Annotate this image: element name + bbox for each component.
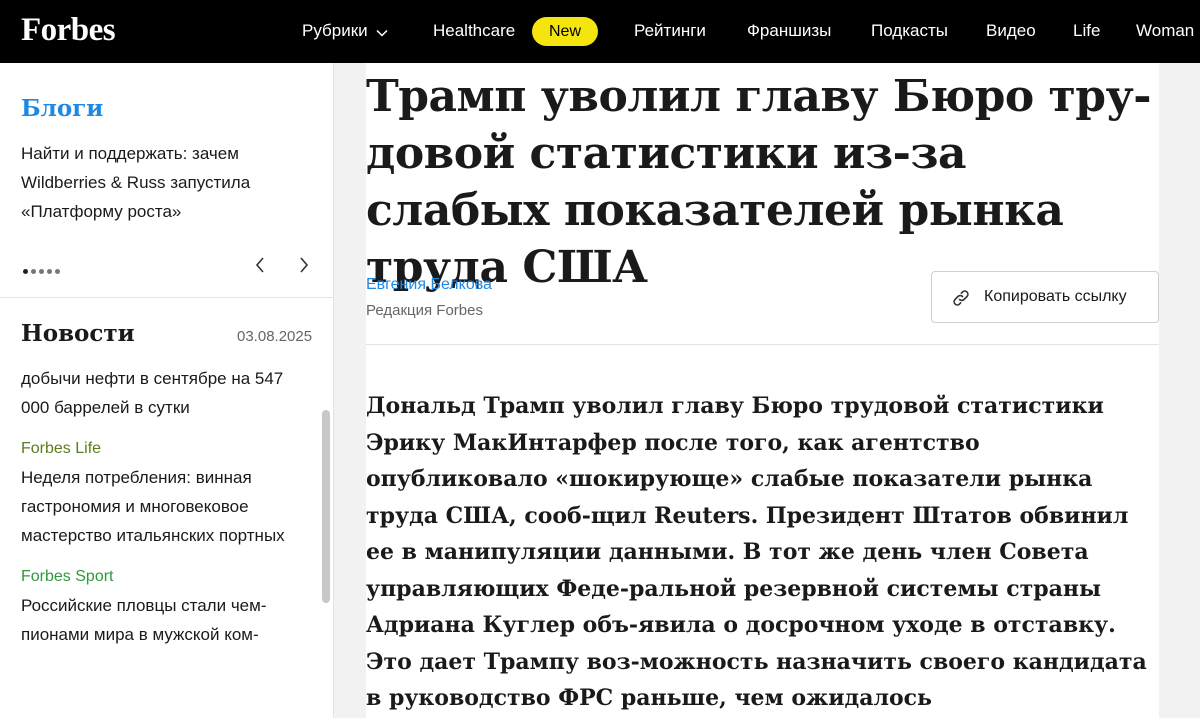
nav-franchises[interactable]: Франшизы bbox=[747, 21, 831, 41]
forbes-logo[interactable]: Forbes bbox=[21, 12, 116, 49]
news-date: 03.08.2025 bbox=[237, 328, 313, 345]
news-feed[interactable]: добычи нефти в сентябре на 547 000 барре… bbox=[0, 371, 320, 718]
carousel-dot[interactable] bbox=[47, 269, 52, 275]
nav-rubrics[interactable]: Рубрики bbox=[302, 21, 388, 42]
news-scrollbar[interactable] bbox=[322, 410, 330, 603]
nav-rubrics-label: Рубрики bbox=[302, 21, 368, 40]
news-item[interactable]: Российские пловцы стали чем-пионами мира… bbox=[21, 591, 311, 649]
nav-podcasts[interactable]: Подкасты bbox=[871, 21, 948, 41]
news-category[interactable]: Forbes Sport bbox=[21, 568, 311, 586]
new-badge: New bbox=[532, 17, 598, 46]
link-icon bbox=[950, 287, 972, 309]
carousel-dot[interactable] bbox=[55, 269, 60, 275]
sidebar: Блоги Найти и поддержать: зачем Wildberr… bbox=[0, 63, 334, 718]
carousel-dots bbox=[23, 263, 63, 275]
chevron-down-icon bbox=[376, 22, 388, 42]
nav-life[interactable]: Life bbox=[1073, 21, 1100, 41]
news-category[interactable]: Forbes Life bbox=[21, 440, 311, 458]
article-lead: Дональд Трамп уволил главу Бюро трудовой… bbox=[366, 393, 1147, 711]
author-link[interactable]: Евгения Белкова bbox=[366, 276, 492, 294]
article-headline: Трамп уволил главу Бюро тру-довой статис… bbox=[366, 71, 1152, 293]
blogs-heading[interactable]: Блоги bbox=[21, 95, 103, 122]
news-heading: Новости bbox=[21, 320, 135, 347]
carousel-dot[interactable] bbox=[39, 269, 44, 275]
carousel-dot[interactable] bbox=[31, 269, 36, 275]
chevron-right-icon[interactable] bbox=[294, 255, 314, 275]
author-role: Редакция Forbes bbox=[366, 302, 483, 319]
copy-link-label: Копировать ссылку bbox=[984, 288, 1127, 305]
chevron-left-icon[interactable] bbox=[250, 255, 270, 275]
nav-healthcare[interactable]: Healthcare bbox=[433, 21, 515, 41]
blog-post-link[interactable]: Найти и поддержать: зачем Wildberries & … bbox=[21, 139, 311, 226]
news-item[interactable]: добычи нефти в сентябре на 547 000 барре… bbox=[21, 371, 311, 422]
nav-video[interactable]: Видео bbox=[986, 21, 1036, 41]
news-item[interactable]: Неделя потребления: винная гастрономия и… bbox=[21, 463, 311, 550]
nav-woman[interactable]: Woman bbox=[1136, 21, 1194, 41]
divider bbox=[366, 344, 1159, 345]
nav-ratings[interactable]: Рейтинги bbox=[634, 21, 706, 41]
top-navigation-bar: Forbes Рубрики Healthcare New Рейтинги Ф… bbox=[0, 0, 1200, 63]
divider bbox=[0, 297, 333, 298]
copy-link-button[interactable]: Копировать ссылку bbox=[931, 271, 1159, 323]
carousel-dot[interactable] bbox=[23, 269, 28, 275]
